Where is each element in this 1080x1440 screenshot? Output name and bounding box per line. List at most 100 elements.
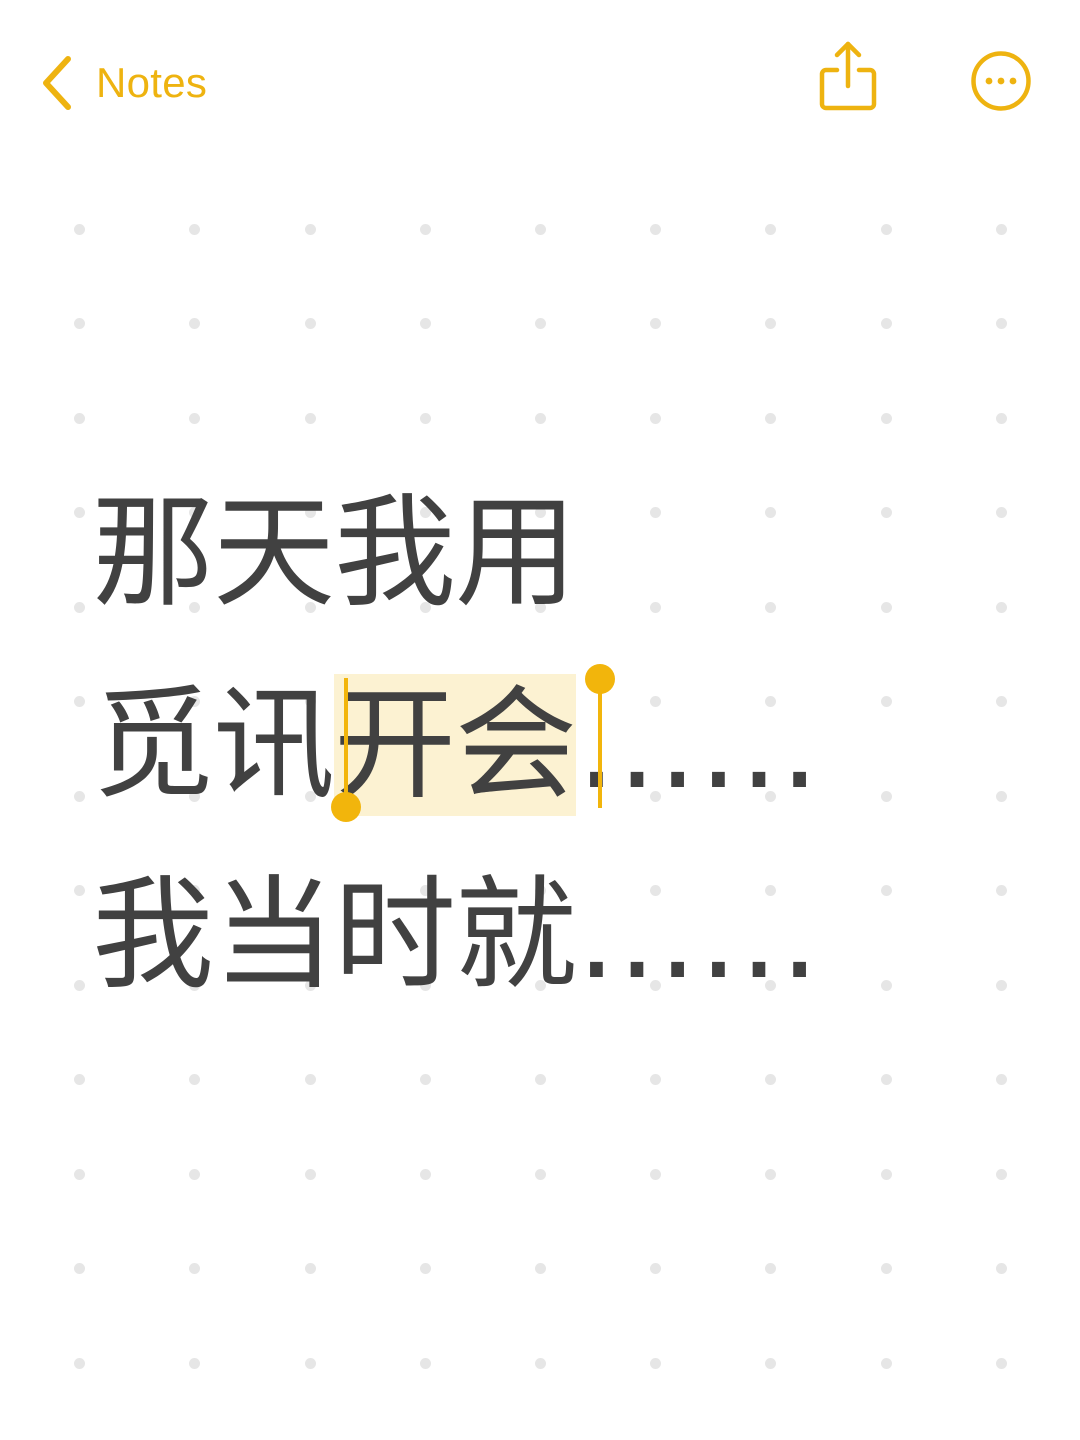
grid-dot <box>305 224 316 235</box>
grid-dot <box>535 1169 546 1180</box>
selection-start-knob[interactable] <box>331 792 361 822</box>
more-circle-icon <box>970 50 1032 112</box>
grid-dot <box>74 980 85 991</box>
grid-dot <box>765 1074 776 1085</box>
grid-dot <box>765 318 776 329</box>
grid-dot <box>189 413 200 424</box>
share-icon <box>816 40 880 112</box>
grid-dot <box>74 1074 85 1085</box>
grid-dot <box>74 791 85 802</box>
grid-dot <box>765 224 776 235</box>
grid-dot <box>650 224 661 235</box>
grid-dot <box>765 413 776 424</box>
grid-dot <box>996 413 1007 424</box>
more-button[interactable] <box>970 50 1032 112</box>
grid-dot <box>881 507 892 518</box>
grid-dot <box>765 507 776 518</box>
share-button[interactable] <box>816 40 880 112</box>
grid-dot <box>881 1358 892 1369</box>
selected-text[interactable]: 开会 <box>334 674 577 816</box>
grid-dot <box>74 413 85 424</box>
grid-dot <box>535 224 546 235</box>
note-line-3: 我当时就…… <box>92 870 820 1000</box>
grid-dot <box>996 980 1007 991</box>
grid-dot <box>996 224 1007 235</box>
grid-dot <box>74 1358 85 1369</box>
grid-dot <box>420 318 431 329</box>
grid-dot <box>74 318 85 329</box>
grid-dot <box>881 1074 892 1085</box>
grid-dot <box>189 224 200 235</box>
grid-dot <box>650 507 661 518</box>
grid-dot <box>535 1358 546 1369</box>
note-line-1: 那天我用 <box>92 482 577 624</box>
grid-dot <box>650 1074 661 1085</box>
grid-dot <box>535 1263 546 1274</box>
grid-dot <box>305 1074 316 1085</box>
grid-dot <box>74 696 85 707</box>
grid-dot <box>650 318 661 329</box>
grid-dot <box>881 318 892 329</box>
grid-dot <box>650 1263 661 1274</box>
grid-dot <box>420 224 431 235</box>
grid-dot <box>535 1074 546 1085</box>
grid-dot <box>305 1358 316 1369</box>
grid-dot <box>420 413 431 424</box>
navigation-bar: Notes <box>0 0 1080 170</box>
grid-dot <box>650 1358 661 1369</box>
grid-dot <box>535 413 546 424</box>
grid-dot <box>420 1263 431 1274</box>
grid-dot <box>305 1169 316 1180</box>
grid-dot <box>305 413 316 424</box>
chevron-left-icon <box>36 53 80 113</box>
note-line-2: 觅讯开会…… <box>92 674 820 816</box>
grid-dot <box>765 1358 776 1369</box>
grid-dot <box>74 507 85 518</box>
ellipsis: …… <box>576 674 820 816</box>
back-button[interactable]: Notes <box>36 48 207 118</box>
grid-dot <box>996 885 1007 896</box>
note-line-3-text: 我当时就 <box>92 864 577 1006</box>
grid-dot <box>305 318 316 329</box>
grid-dot <box>765 1263 776 1274</box>
grid-dot <box>420 1074 431 1085</box>
grid-dot <box>74 602 85 613</box>
grid-dot <box>765 602 776 613</box>
grid-dot <box>996 507 1007 518</box>
grid-dot <box>74 1263 85 1274</box>
grid-dot <box>189 1169 200 1180</box>
grid-dot <box>189 1358 200 1369</box>
grid-dot <box>650 1169 661 1180</box>
grid-dot <box>881 602 892 613</box>
grid-dot <box>996 1358 1007 1369</box>
grid-dot <box>881 413 892 424</box>
grid-dot <box>305 1263 316 1274</box>
grid-dot <box>74 885 85 896</box>
selection-end-knob[interactable] <box>585 664 615 694</box>
grid-dot <box>996 791 1007 802</box>
grid-dot <box>996 1263 1007 1274</box>
grid-dot <box>881 696 892 707</box>
grid-dot <box>535 318 546 329</box>
selection-end-bar <box>598 682 602 808</box>
grid-dot <box>881 224 892 235</box>
grid-dot <box>765 1169 776 1180</box>
grid-dot <box>189 1263 200 1274</box>
grid-dot <box>996 318 1007 329</box>
grid-dot <box>420 1169 431 1180</box>
grid-dot <box>189 318 200 329</box>
grid-dot <box>996 602 1007 613</box>
back-label: Notes <box>96 59 208 106</box>
grid-dot <box>420 1358 431 1369</box>
grid-dot <box>881 791 892 802</box>
note-text-before-selection: 觅讯 <box>92 674 335 816</box>
grid-dot <box>650 602 661 613</box>
ellipsis: …… <box>576 864 820 1006</box>
grid-dot <box>996 1074 1007 1085</box>
grid-dot <box>74 1169 85 1180</box>
grid-dot <box>881 980 892 991</box>
grid-dot <box>881 885 892 896</box>
grid-dot <box>996 696 1007 707</box>
grid-dot <box>189 1074 200 1085</box>
selection-start-bar <box>344 678 348 802</box>
